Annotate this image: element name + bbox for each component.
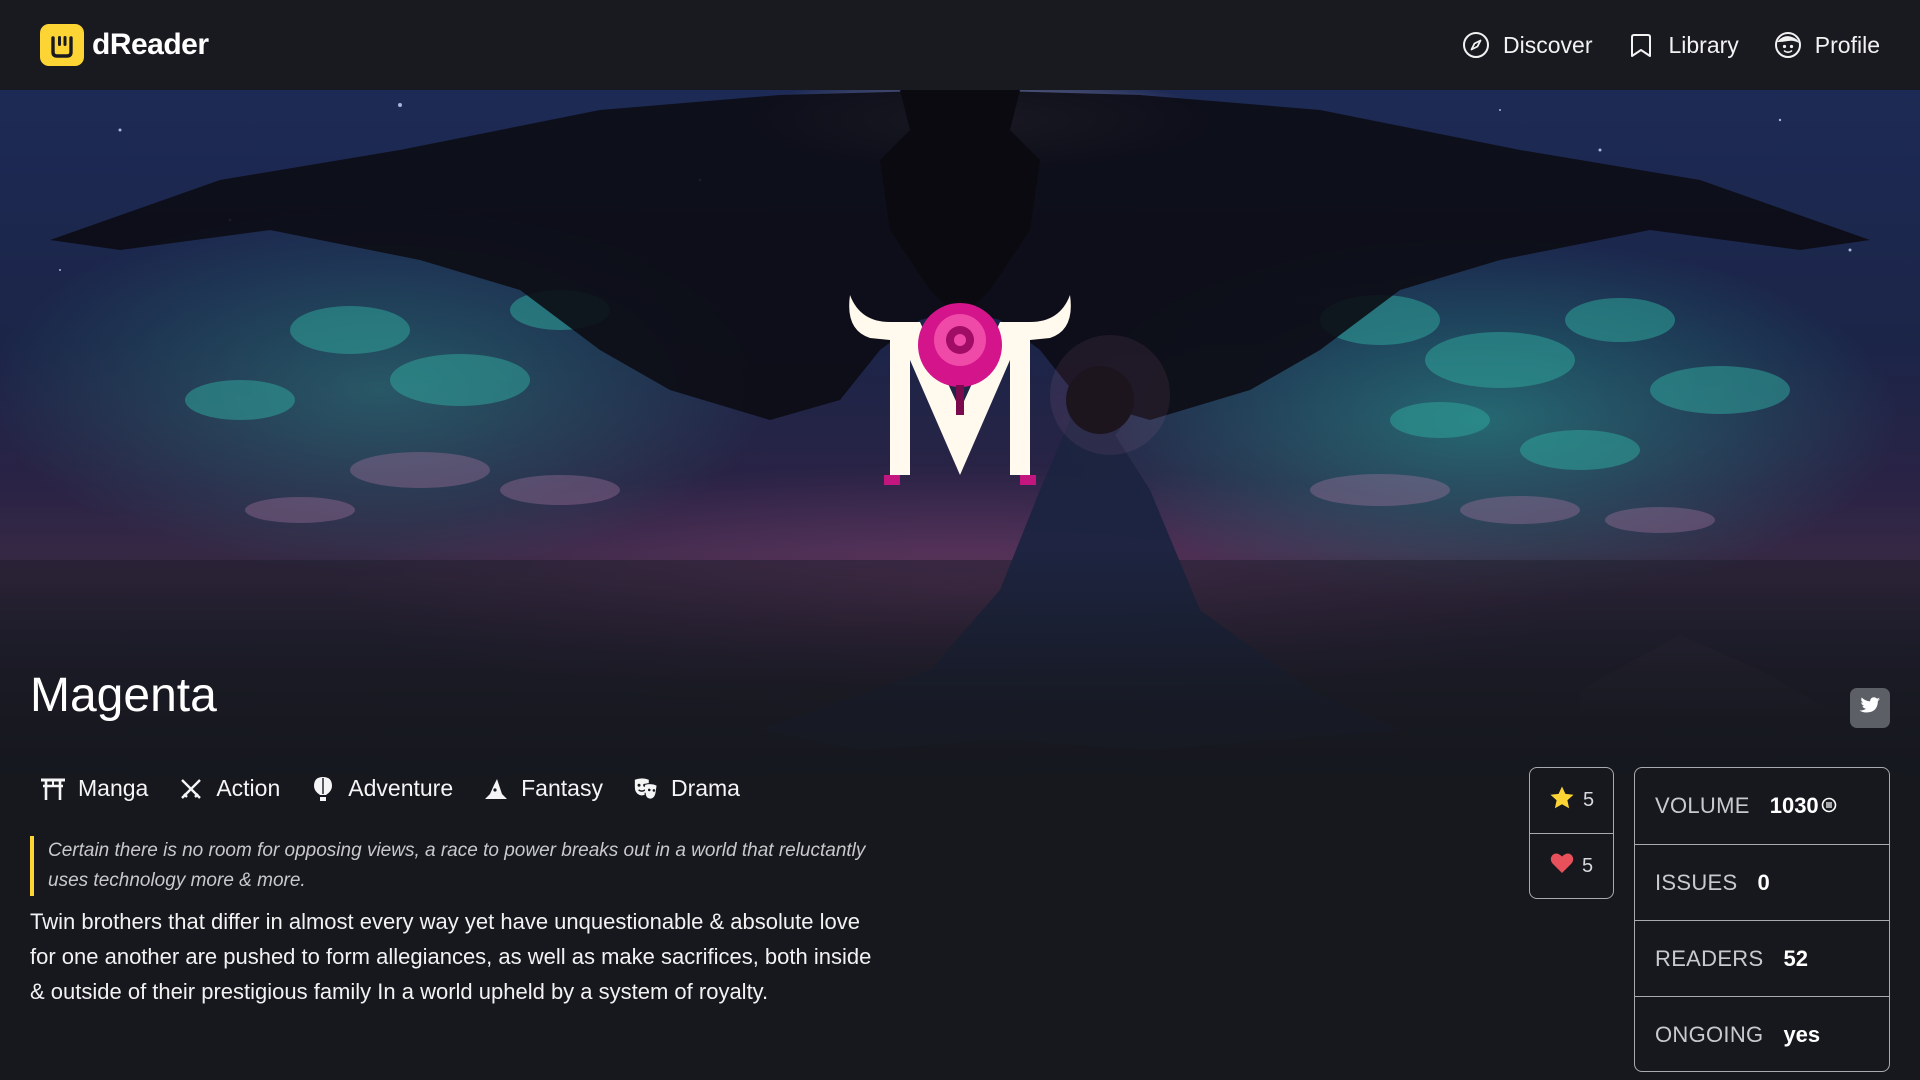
nav-discover-label: Discover <box>1503 31 1593 58</box>
favorite-count: 5 <box>1581 854 1594 877</box>
twitter-link-button[interactable] <box>1850 688 1890 728</box>
stat-value: 0 <box>1757 869 1770 895</box>
stat-label: ISSUES <box>1655 869 1738 895</box>
comic-title: Magenta <box>30 669 217 722</box>
genre-label: Fantasy <box>521 775 603 801</box>
genre-label: Action <box>216 775 281 801</box>
rating-panel: 5 5 <box>1529 767 1614 899</box>
cover-fade-overlay <box>0 550 1920 810</box>
genre-label: Drama <box>670 775 740 801</box>
star-rating-value: 5 <box>1582 789 1595 811</box>
genre-action[interactable]: Action <box>178 775 280 802</box>
stat-label: ONGOING <box>1655 1021 1764 1047</box>
stat-readers: READERS 52 <box>1635 920 1889 996</box>
comic-page: dReader Discover Library Profile Magenta… <box>0 0 1920 1080</box>
genre-label: Manga <box>78 775 149 801</box>
nav-profile[interactable]: Profile <box>1773 30 1880 60</box>
hot-air-balloon-icon <box>310 776 336 802</box>
genre-fantasy[interactable]: Fantasy <box>483 775 603 802</box>
main-nav: Discover Library Profile <box>1461 30 1880 60</box>
genre-list: Manga Action Adventure Fantasy Drama <box>40 775 740 802</box>
twitter-icon <box>1859 696 1881 721</box>
genre-manga[interactable]: Manga <box>40 775 148 802</box>
genre-label: Adventure <box>348 775 454 801</box>
stat-value: 1030 <box>1770 793 1837 819</box>
brand-name: dReader <box>92 28 209 61</box>
bookmark-icon <box>1626 30 1656 60</box>
stat-volume: VOLUME 1030 <box>1635 768 1889 844</box>
comic-description: Twin brothers that differ in almost ever… <box>30 909 872 1004</box>
torii-gate-icon <box>40 776 66 802</box>
stat-ongoing: ONGOING yes <box>1635 996 1889 1072</box>
dreader-logo-icon <box>40 24 84 66</box>
magenta-m-logo <box>849 295 1071 485</box>
nav-discover[interactable]: Discover <box>1461 30 1592 60</box>
stat-issues: ISSUES 0 <box>1635 844 1889 920</box>
comic-cover-banner <box>0 90 1920 810</box>
comic-tagline: Certain there is no room for opposing vi… <box>30 836 870 896</box>
genre-adventure[interactable]: Adventure <box>310 775 453 802</box>
volume-value: 1030 <box>1769 793 1819 818</box>
theater-masks-icon <box>633 776 659 802</box>
compass-icon <box>1461 30 1491 60</box>
genre-drama[interactable]: Drama <box>633 775 740 802</box>
currency-coin-icon <box>1821 793 1837 819</box>
stat-label: VOLUME <box>1655 793 1750 818</box>
crossed-swords-icon <box>178 776 204 802</box>
nav-library[interactable]: Library <box>1626 30 1739 60</box>
star-icon <box>1549 785 1575 817</box>
favorite-button[interactable]: 5 <box>1530 833 1613 898</box>
stat-value: yes <box>1783 1021 1821 1047</box>
brand[interactable]: dReader <box>40 24 209 66</box>
star-rating-button[interactable]: 5 <box>1530 768 1613 833</box>
wizard-hat-icon <box>483 776 509 802</box>
top-navigation-bar: dReader Discover Library Profile <box>0 0 1920 90</box>
comic-stats-panel: VOLUME 1030 ISSUES 0 READERS 52 ONGOING … <box>1634 767 1890 1072</box>
avatar-face-icon <box>1773 30 1803 60</box>
stat-value: 52 <box>1783 945 1808 971</box>
stat-label: READERS <box>1655 945 1764 971</box>
nav-library-label: Library <box>1668 31 1739 58</box>
nav-profile-label: Profile <box>1814 31 1880 58</box>
heart-icon <box>1550 852 1574 880</box>
